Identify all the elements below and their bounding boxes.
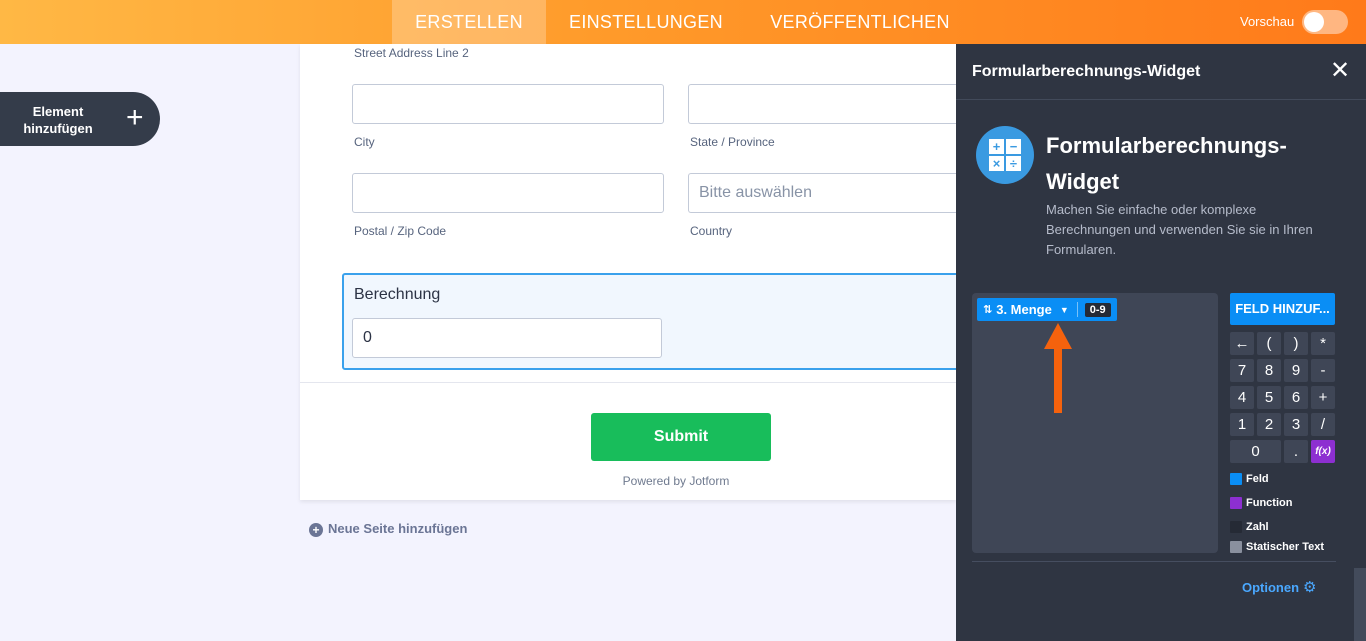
plus-circle-icon: +: [309, 523, 323, 537]
options-label: Optionen: [1242, 580, 1300, 595]
tab-erstellen[interactable]: ERSTELLEN: [392, 0, 546, 44]
annotation-arrow-icon: [1044, 323, 1072, 413]
chevron-down-icon[interactable]: ▼: [1060, 305, 1069, 315]
key-4[interactable]: 4: [1230, 386, 1254, 409]
calculation-field[interactable]: Berechnung 0: [342, 273, 962, 370]
sort-arrows-icon: ⇅: [983, 304, 993, 316]
street-line2-sublabel: Street Address Line 2: [354, 46, 469, 60]
key-multiply[interactable]: *: [1311, 332, 1335, 355]
tab-veroeffentlichen[interactable]: VERÖFFENTLICHEN: [760, 0, 960, 44]
zip-sublabel: Postal / Zip Code: [354, 224, 447, 238]
key-backspace[interactable]: ←: [1230, 332, 1254, 355]
key-9[interactable]: 9: [1284, 359, 1308, 382]
key-plus[interactable]: +: [1311, 386, 1335, 409]
state-sublabel: State / Province: [690, 135, 775, 149]
digit-range-badge: 0-9: [1084, 302, 1111, 317]
field-chip-label: 3. Menge: [996, 302, 1052, 317]
top-navigation-bar: ERSTELLEN EINSTELLUNGEN VERÖFFENTLICHEN …: [0, 0, 1366, 44]
add-new-page-label: Neue Seite hinzufügen: [328, 521, 468, 536]
tab-einstellungen[interactable]: EINSTELLUNGEN: [556, 0, 736, 44]
toggle-knob: [1304, 12, 1324, 32]
key-6[interactable]: 6: [1284, 386, 1308, 409]
close-icon[interactable]: ✕: [1330, 58, 1350, 84]
form-card: Street Address Line 2 City State / Provi…: [300, 44, 962, 500]
key-1[interactable]: 1: [1230, 413, 1254, 436]
legend-swatch: [1230, 473, 1242, 485]
key-function[interactable]: f(x): [1311, 440, 1335, 463]
key-minus[interactable]: -: [1311, 359, 1335, 382]
add-element-button[interactable]: Element hinzufügen +: [0, 92, 160, 146]
add-new-page-link[interactable]: + Neue Seite hinzufügen: [309, 521, 467, 537]
city-sublabel: City: [354, 135, 375, 149]
key-decimal[interactable]: .: [1284, 440, 1308, 463]
key-2[interactable]: 2: [1257, 413, 1281, 436]
calculator-icon: + − × ÷: [976, 126, 1034, 184]
add-element-label: Element hinzufügen: [23, 104, 93, 136]
city-input[interactable]: [352, 84, 664, 124]
submit-button[interactable]: Submit: [591, 413, 771, 461]
panel-header: Formularberechnungs-Widget ✕: [956, 44, 1366, 100]
preview-toggle[interactable]: [1302, 10, 1348, 34]
plus-icon: +: [126, 101, 144, 134]
country-select[interactable]: Bitte auswählen: [688, 173, 956, 213]
divider: [300, 382, 956, 383]
legend-swatch: [1230, 541, 1242, 553]
options-button[interactable]: Optionen ⚙: [1242, 578, 1317, 596]
key-close-paren[interactable]: ): [1284, 332, 1308, 355]
widget-description: Machen Sie einfache oder komplexe Berech…: [1046, 202, 1313, 257]
panel-scrollbar[interactable]: [1354, 568, 1366, 641]
widget-name: Formularberechnungs-Widget: [1046, 133, 1287, 194]
powered-by-jotform: Powered by Jotform: [622, 474, 730, 488]
add-field-button[interactable]: FELD HINZUF...: [1230, 293, 1335, 325]
chip-separator: [1076, 302, 1078, 317]
key-divide[interactable]: /: [1311, 413, 1335, 436]
panel-divider: [972, 561, 1336, 562]
panel-title: Formularberechnungs-Widget: [972, 63, 1201, 80]
key-5[interactable]: 5: [1257, 386, 1281, 409]
key-3[interactable]: 3: [1284, 413, 1308, 436]
formula-field-chip[interactable]: ⇅ 3. Menge ▼ 0-9: [977, 298, 1117, 321]
formula-editor[interactable]: ⇅ 3. Menge ▼ 0-9: [972, 293, 1218, 553]
legend-swatch: [1230, 521, 1242, 533]
gear-icon: ⚙: [1303, 579, 1317, 596]
key-8[interactable]: 8: [1257, 359, 1281, 382]
key-open-paren[interactable]: (: [1257, 332, 1281, 355]
preview-label: Vorschau: [1240, 14, 1295, 29]
key-7[interactable]: 7: [1230, 359, 1254, 382]
calculation-title: Berechnung: [354, 286, 441, 303]
state-input[interactable]: [688, 84, 956, 124]
zip-input[interactable]: [352, 173, 664, 213]
legend-swatch: [1230, 497, 1242, 509]
key-0[interactable]: 0: [1230, 440, 1281, 463]
widget-settings-panel: Formularberechnungs-Widget ✕ + − × ÷ For…: [956, 44, 1366, 641]
calculation-input[interactable]: 0: [352, 318, 662, 358]
country-sublabel: Country: [690, 224, 733, 238]
